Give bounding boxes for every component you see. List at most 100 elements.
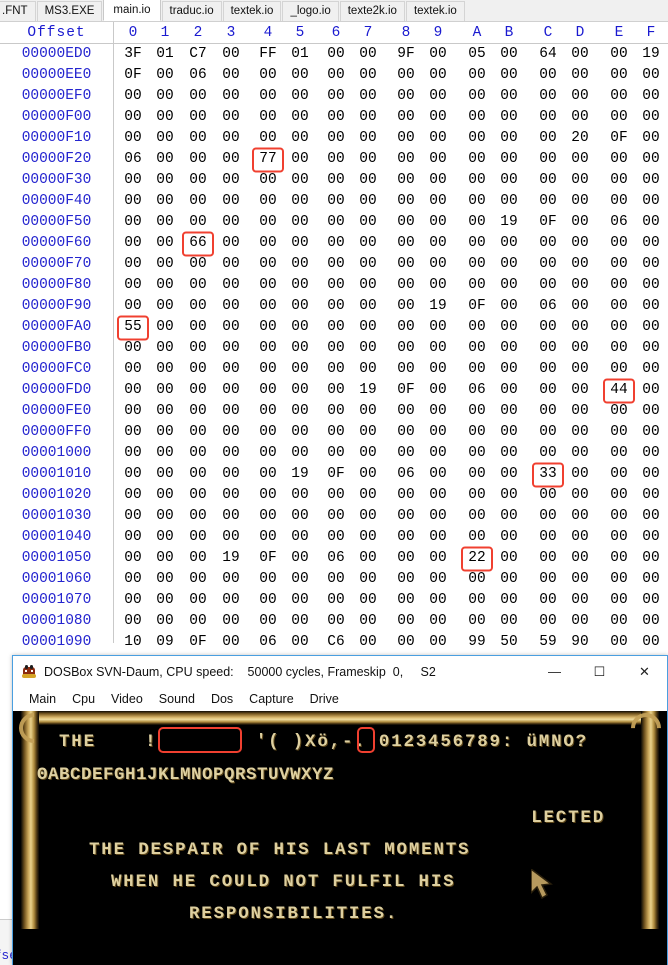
hex-byte[interactable]: 00 <box>494 548 524 569</box>
hex-byte[interactable]: 00 <box>285 149 315 170</box>
dosbox-menu-bar[interactable]: Main Cpu Video Sound Dos Capture Drive <box>13 687 667 711</box>
hex-byte[interactable]: 00 <box>423 317 453 338</box>
hex-byte[interactable]: 64 <box>533 44 563 65</box>
hex-byte[interactable]: 00 <box>285 611 315 632</box>
hex-byte[interactable]: 00 <box>533 548 563 569</box>
hex-byte[interactable]: 00 <box>183 527 213 548</box>
hex-byte[interactable]: 00 <box>533 191 563 212</box>
hex-byte[interactable]: 00 <box>285 212 315 233</box>
hex-row[interactable]: 00000F50 00 00 00 00 00 00 00 00 00 00 00 19 0F 00 06 00 <box>0 212 668 233</box>
hex-byte[interactable]: 00 <box>462 590 492 611</box>
hex-byte[interactable]: 00 <box>150 65 180 86</box>
hex-byte[interactable]: 00 <box>118 254 148 275</box>
hex-byte[interactable]: 00 <box>118 128 148 149</box>
file-tab-0[interactable]: .FNT <box>0 1 36 21</box>
hex-byte[interactable]: 00 <box>494 464 524 485</box>
hex-byte[interactable]: C7 <box>183 44 213 65</box>
hex-byte[interactable]: 00 <box>636 296 666 317</box>
hex-byte[interactable]: 00 <box>462 485 492 506</box>
hex-byte[interactable]: 00 <box>604 590 634 611</box>
hex-byte[interactable]: 00 <box>353 65 383 86</box>
hex-byte[interactable]: 9F <box>391 44 421 65</box>
hex-byte[interactable]: 00 <box>533 170 563 191</box>
hex-byte[interactable]: 00 <box>285 107 315 128</box>
hex-byte[interactable]: 00 <box>253 317 283 338</box>
hex-byte[interactable]: 00 <box>118 338 148 359</box>
hex-byte[interactable]: 00 <box>462 611 492 632</box>
hex-byte[interactable]: 00 <box>423 254 453 275</box>
hex-byte[interactable]: 00 <box>462 569 492 590</box>
hex-byte[interactable]: 00 <box>353 86 383 107</box>
hex-byte[interactable]: 00 <box>253 380 283 401</box>
menu-item-main[interactable]: Main <box>21 687 64 711</box>
hex-byte[interactable]: 00 <box>494 527 524 548</box>
hex-byte[interactable]: 00 <box>462 506 492 527</box>
hex-row[interactable]: 00000F20 06 00 00 00 77 00 00 00 00 00 00 00 00 00 00 00 <box>0 149 668 170</box>
hex-byte[interactable]: 00 <box>423 485 453 506</box>
hex-byte[interactable]: 00 <box>636 485 666 506</box>
hex-byte[interactable]: 01 <box>150 44 180 65</box>
hex-byte[interactable]: 00 <box>253 254 283 275</box>
hex-byte[interactable]: 00 <box>391 548 421 569</box>
hex-byte[interactable]: 00 <box>565 86 595 107</box>
hex-byte[interactable]: 00 <box>604 359 634 380</box>
window-controls[interactable]: — ☐ ✕ <box>532 656 667 687</box>
hex-byte[interactable]: 00 <box>423 590 453 611</box>
hex-byte[interactable]: 00 <box>285 485 315 506</box>
hex-byte[interactable]: 00 <box>321 590 351 611</box>
hex-byte[interactable]: 59 <box>533 632 563 653</box>
hex-byte[interactable]: C6 <box>321 632 351 653</box>
hex-byte[interactable]: 00 <box>462 359 492 380</box>
hex-byte[interactable]: 00 <box>285 401 315 422</box>
hex-byte[interactable]: 00 <box>353 191 383 212</box>
hex-byte[interactable]: 00 <box>494 107 524 128</box>
hex-byte[interactable]: 19 <box>216 548 246 569</box>
hex-byte[interactable]: 00 <box>423 107 453 128</box>
hex-byte[interactable]: 00 <box>604 401 634 422</box>
hex-byte[interactable]: 00 <box>494 170 524 191</box>
hex-byte[interactable]: 00 <box>253 107 283 128</box>
hex-byte[interactable]: 00 <box>494 569 524 590</box>
hex-byte[interactable]: 00 <box>150 590 180 611</box>
hex-byte[interactable]: 00 <box>423 401 453 422</box>
hex-byte[interactable]: 00 <box>321 359 351 380</box>
hex-byte[interactable]: 00 <box>462 128 492 149</box>
hex-byte[interactable]: 3F <box>118 44 148 65</box>
hex-byte[interactable]: 00 <box>183 485 213 506</box>
hex-byte[interactable]: 00 <box>423 611 453 632</box>
hex-byte[interactable]: 00 <box>423 233 453 254</box>
hex-byte[interactable]: 06 <box>604 212 634 233</box>
hex-row[interactable]: 00000FD0 00 00 00 00 00 00 00 19 0F 00 06 00 00 00 44 00 <box>0 380 668 401</box>
hex-byte[interactable]: 00 <box>636 338 666 359</box>
hex-byte[interactable]: 00 <box>636 65 666 86</box>
hex-byte[interactable]: 00 <box>321 527 351 548</box>
hex-byte[interactable]: 00 <box>423 212 453 233</box>
hex-byte[interactable]: 00 <box>216 212 246 233</box>
hex-byte[interactable]: 00 <box>118 401 148 422</box>
hex-byte[interactable]: 00 <box>636 254 666 275</box>
hex-byte[interactable]: 00 <box>494 611 524 632</box>
hex-byte[interactable]: 00 <box>353 443 383 464</box>
hex-byte[interactable]: 00 <box>565 149 595 170</box>
hex-byte[interactable]: 00 <box>636 128 666 149</box>
hex-byte[interactable]: 00 <box>285 233 315 254</box>
hex-byte[interactable]: 00 <box>423 422 453 443</box>
hex-byte[interactable]: 00 <box>604 338 634 359</box>
hex-byte[interactable]: 00 <box>253 464 283 485</box>
hex-byte[interactable]: 00 <box>216 254 246 275</box>
hex-byte[interactable]: 00 <box>391 212 421 233</box>
hex-byte[interactable]: 00 <box>494 65 524 86</box>
file-tab-5[interactable]: _logo.io <box>282 1 339 21</box>
hex-byte[interactable]: 00 <box>285 527 315 548</box>
hex-byte[interactable]: 00 <box>216 233 246 254</box>
hex-byte[interactable]: 00 <box>604 506 634 527</box>
hex-byte[interactable]: 00 <box>216 569 246 590</box>
hex-byte[interactable]: 00 <box>533 65 563 86</box>
hex-row[interactable]: 00001070 00 00 00 00 00 00 00 00 00 00 00 00 00 00 00 00 <box>0 590 668 611</box>
hex-byte[interactable]: 00 <box>494 401 524 422</box>
hex-byte[interactable]: 00 <box>391 149 421 170</box>
hex-row[interactable]: 00000ED0 3F 01 C7 00 FF 01 00 00 9F 00 05 00 64 00 00 19 <box>0 44 668 65</box>
hex-byte[interactable]: 00 <box>321 422 351 443</box>
hex-byte[interactable]: 00 <box>353 527 383 548</box>
hex-byte[interactable]: 19 <box>353 380 383 401</box>
